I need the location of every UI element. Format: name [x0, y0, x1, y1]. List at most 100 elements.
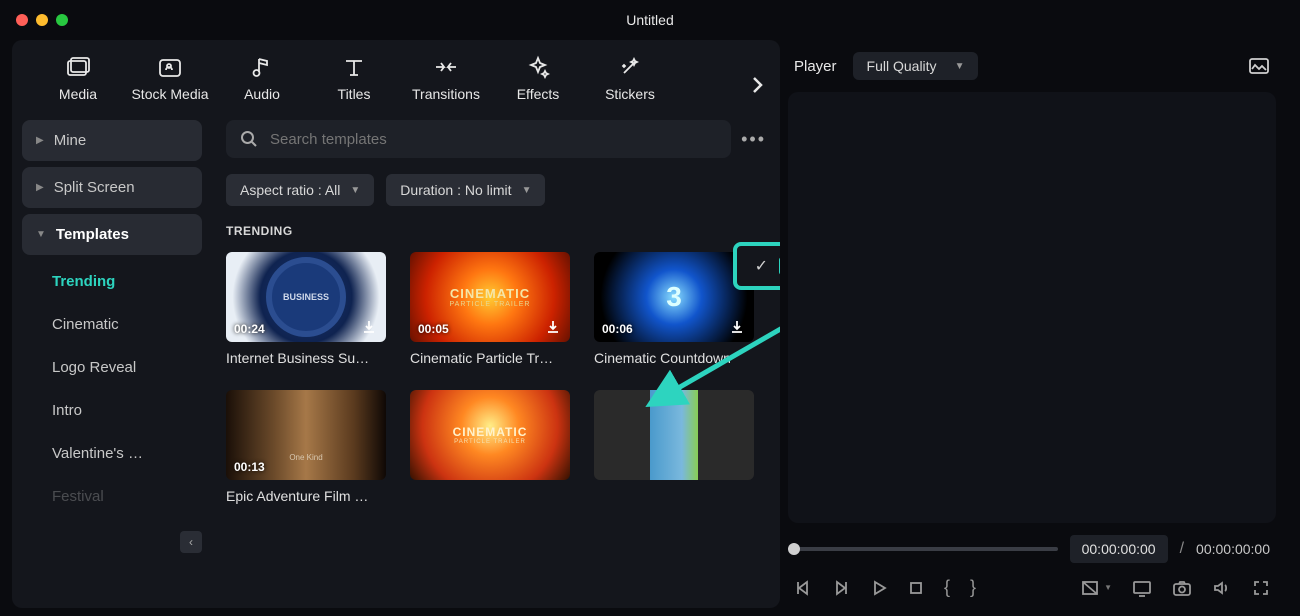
media-icon — [65, 54, 91, 80]
player-panel: Player Full Quality ▼ 00:00:00:00 / 00:0… — [784, 40, 1288, 616]
sidebar-sub-intro[interactable]: Intro — [22, 390, 202, 431]
mark-in-button[interactable]: { — [944, 577, 950, 598]
sidebar-sub-festival[interactable]: Festival — [22, 476, 202, 517]
chevron-down-icon: ▼ — [36, 229, 46, 240]
aspect-ratio-filter[interactable]: Aspect ratio : All ▼ — [226, 174, 374, 206]
quality-value: Full Quality — [867, 58, 937, 74]
sidebar-sub-cinematic[interactable]: Cinematic — [22, 304, 202, 345]
annotation-arrow — [634, 322, 780, 422]
template-thumbnail: CINEMATIC PARTICLE TRAILER 00:05 — [410, 252, 570, 342]
snapshot-button[interactable] — [1248, 56, 1270, 76]
player-viewport[interactable] — [788, 92, 1276, 523]
stop-button[interactable] — [908, 580, 924, 596]
templates-callout[interactable]: ✓ Templates — [733, 242, 780, 290]
template-card[interactable]: One Kind 00:13 Epic Adventure Film … — [226, 390, 386, 504]
filter-label: Duration : No limit — [400, 182, 511, 198]
download-icon[interactable] — [360, 318, 378, 336]
tab-label: Stock Media — [131, 86, 208, 102]
current-time: 00:00:00:00 — [1070, 535, 1168, 563]
quality-select[interactable]: Full Quality ▼ — [853, 52, 979, 80]
play-button[interactable] — [870, 579, 888, 597]
more-options-button[interactable]: ••• — [741, 129, 766, 150]
crop-button[interactable]: ▼ — [1080, 579, 1112, 597]
sidebar-label: Mine — [54, 132, 87, 149]
chevron-down-icon: ▼ — [522, 185, 532, 196]
prev-frame-button[interactable] — [794, 579, 812, 597]
sparkle-icon — [525, 54, 551, 80]
total-time: 00:00:00:00 — [1196, 541, 1270, 557]
template-thumbnail: CINEMATIC PARTICLE TRAILER — [410, 390, 570, 480]
wand-icon — [617, 54, 643, 80]
sidebar-sub-valentines[interactable]: Valentine's … — [22, 433, 202, 474]
chevron-right-icon: ▶ — [36, 182, 44, 193]
sidebar-item-templates[interactable]: ▼ Templates — [22, 214, 202, 255]
templates-icon — [778, 256, 780, 276]
tab-transitions[interactable]: Transitions — [400, 54, 492, 102]
download-icon[interactable] — [544, 318, 562, 336]
template-card[interactable]: CINEMATIC PARTICLE TRAILER 00:05 Cinemat… — [410, 252, 570, 366]
tab-label: Media — [59, 86, 97, 102]
search-input[interactable] — [270, 131, 717, 148]
display-button[interactable] — [1132, 579, 1152, 597]
sidebar-sub-trending[interactable]: Trending — [22, 261, 202, 302]
chevron-right-icon: ▶ — [36, 135, 44, 146]
tab-titles[interactable]: Titles — [308, 54, 400, 102]
thumb-text: PARTICLE TRAILER — [450, 301, 531, 308]
chevron-down-icon: ▼ — [955, 61, 965, 72]
maximize-window-button[interactable] — [56, 14, 68, 26]
duration-badge: 00:13 — [234, 460, 265, 474]
thumb-text: CINEMATIC — [453, 425, 528, 439]
tab-audio[interactable]: Audio — [216, 54, 308, 102]
sidebar-item-mine[interactable]: ▶ Mine — [22, 120, 202, 161]
template-title: Epic Adventure Film … — [226, 488, 386, 504]
duration-badge: 00:06 — [602, 322, 633, 336]
thumb-text: BUSINESS — [266, 257, 346, 337]
progress-bar[interactable] — [794, 547, 1058, 551]
player-controls: { } ▼ — [788, 571, 1276, 608]
collapse-sidebar-button[interactable]: ‹ — [180, 531, 202, 553]
tab-stock-media[interactable]: Stock Media — [124, 54, 216, 102]
tab-label: Effects — [517, 86, 560, 102]
sidebar-item-split-screen[interactable]: ▶ Split Screen — [22, 167, 202, 208]
window-title: Untitled — [270, 12, 1030, 28]
fullscreen-button[interactable] — [1252, 579, 1270, 597]
tab-effects[interactable]: Effects — [492, 54, 584, 102]
template-card[interactable]: BUSINESS 00:24 Internet Business Su… — [226, 252, 386, 366]
thumb-text: CINEMATIC — [450, 286, 530, 301]
search-icon — [240, 130, 258, 148]
category-sidebar: ▶ Mine ▶ Split Screen ▼ Templates Trendi… — [12, 112, 212, 527]
chevron-down-icon: ▼ — [350, 185, 360, 196]
tab-media[interactable]: Media — [32, 54, 124, 102]
template-card[interactable]: CINEMATIC PARTICLE TRAILER — [410, 390, 570, 504]
thumb-text: One Kind — [289, 453, 322, 462]
sidebar-sub-logo-reveal[interactable]: Logo Reveal — [22, 347, 202, 388]
filter-label: Aspect ratio : All — [240, 182, 340, 198]
search-box[interactable] — [226, 120, 731, 158]
check-icon: ✓ — [755, 256, 768, 276]
template-thumbnail: BUSINESS 00:24 — [226, 252, 386, 342]
sidebar-label: Templates — [56, 226, 129, 243]
titlebar: Untitled — [0, 0, 1300, 40]
duration-filter[interactable]: Duration : No limit ▼ — [386, 174, 545, 206]
progress-handle[interactable] — [788, 543, 800, 555]
step-forward-button[interactable] — [832, 579, 850, 597]
media-panel: Media Stock Media Audio Titles Transitio… — [12, 40, 780, 608]
player-label: Player — [794, 58, 837, 75]
tab-stickers[interactable]: Stickers — [584, 54, 676, 102]
thumb-text: 3 — [666, 281, 682, 313]
volume-button[interactable] — [1212, 579, 1232, 597]
template-title: Cinematic Particle Tr… — [410, 350, 570, 366]
music-note-icon — [249, 54, 275, 80]
close-window-button[interactable] — [16, 14, 28, 26]
text-icon — [341, 54, 367, 80]
sidebar-label: Split Screen — [54, 179, 135, 196]
tab-label: Titles — [338, 86, 371, 102]
window-controls — [16, 14, 68, 26]
duration-badge: 00:05 — [418, 322, 449, 336]
thumb-text: PARTICLE TRAILER — [454, 439, 526, 445]
toolbar-more-button[interactable] — [750, 74, 764, 96]
mark-out-button[interactable]: } — [970, 577, 976, 598]
cloud-icon — [157, 54, 183, 80]
minimize-window-button[interactable] — [36, 14, 48, 26]
camera-button[interactable] — [1172, 579, 1192, 597]
